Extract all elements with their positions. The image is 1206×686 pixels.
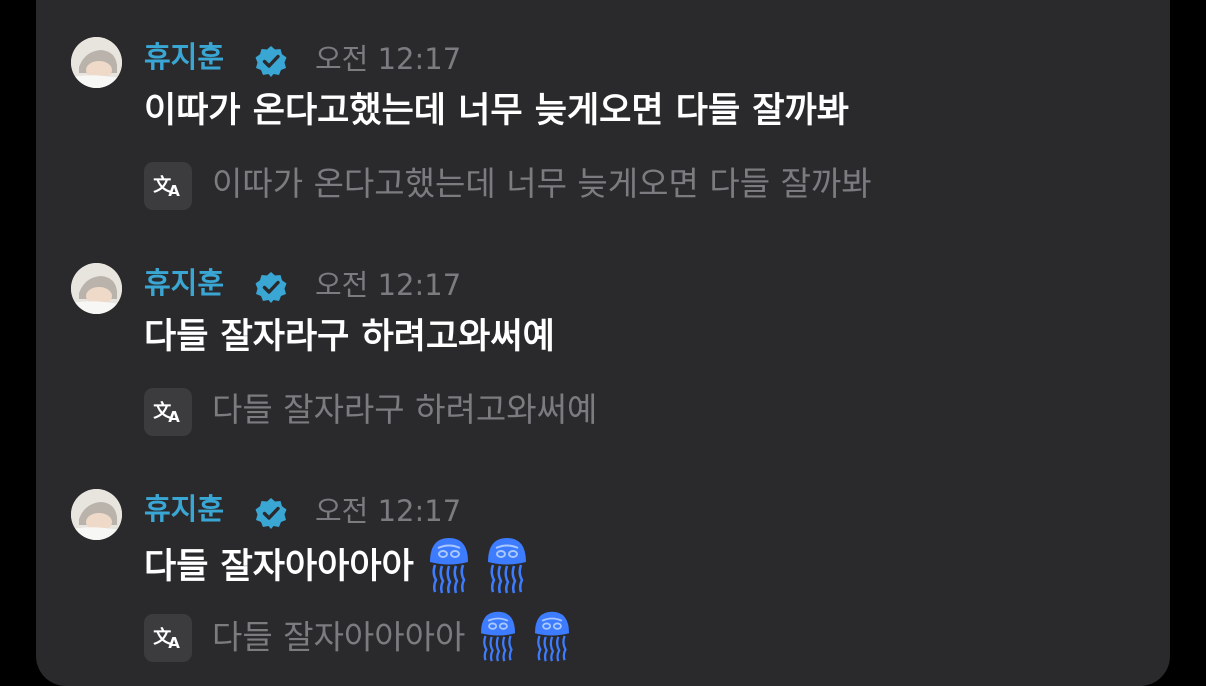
message-text: 다들 잘자라구 하려고와써예 xyxy=(144,317,555,357)
translated-text: 다들 잘자아아아아 xyxy=(212,617,466,657)
translate-icon[interactable]: 文A xyxy=(144,614,192,662)
jellyfish-icon xyxy=(481,611,516,662)
translated-text: 이따가 온다고했는데 너무 늦게오면 다들 잘까봐 xyxy=(212,164,872,203)
verified-badge-icon xyxy=(255,272,287,303)
message-text: 다들 잘자아아아아 xyxy=(144,547,414,587)
timestamp: 오전 12:17 xyxy=(315,494,462,528)
author-name[interactable]: 휴지훈 xyxy=(144,490,224,528)
chat-message: 휴지훈 오전 12:17 다들 잘자아아아아 文A 다들 잘자아아아아 xyxy=(0,452,1206,662)
timestamp: 오전 12:17 xyxy=(315,42,462,76)
avatar[interactable] xyxy=(71,489,122,540)
author-name[interactable]: 휴지훈 xyxy=(144,264,224,302)
message-text-row: 다들 잘자아아아아 xyxy=(144,538,530,597)
translate-icon[interactable]: 文A xyxy=(144,388,192,436)
jellyfish-icon xyxy=(487,538,526,594)
timestamp: 오전 12:17 xyxy=(315,268,462,302)
chat-message: 휴지훈 오전 12:17 다들 잘자라구 하려고와써예 文A 다들 잘자라구 하… xyxy=(0,226,1206,436)
verified-badge-icon xyxy=(255,498,287,529)
jellyfish-icon xyxy=(535,611,570,662)
avatar[interactable] xyxy=(71,263,122,314)
translate-icon[interactable]: 文A xyxy=(144,162,192,210)
translated-text: 다들 잘자라구 하려고와써예 xyxy=(212,390,598,429)
jellyfish-icon xyxy=(429,538,468,594)
verified-badge-icon xyxy=(255,46,287,77)
translated-text-row: 다들 잘자아아아아 xyxy=(212,611,573,665)
avatar[interactable] xyxy=(71,37,122,88)
author-name[interactable]: 휴지훈 xyxy=(144,38,224,76)
chat-message: 휴지훈 오전 12:17 이따가 온다고했는데 너무 늦게오면 다들 잘까봐 文… xyxy=(0,0,1206,210)
message-text: 이따가 온다고했는데 너무 늦게오면 다들 잘까봐 xyxy=(144,91,849,131)
